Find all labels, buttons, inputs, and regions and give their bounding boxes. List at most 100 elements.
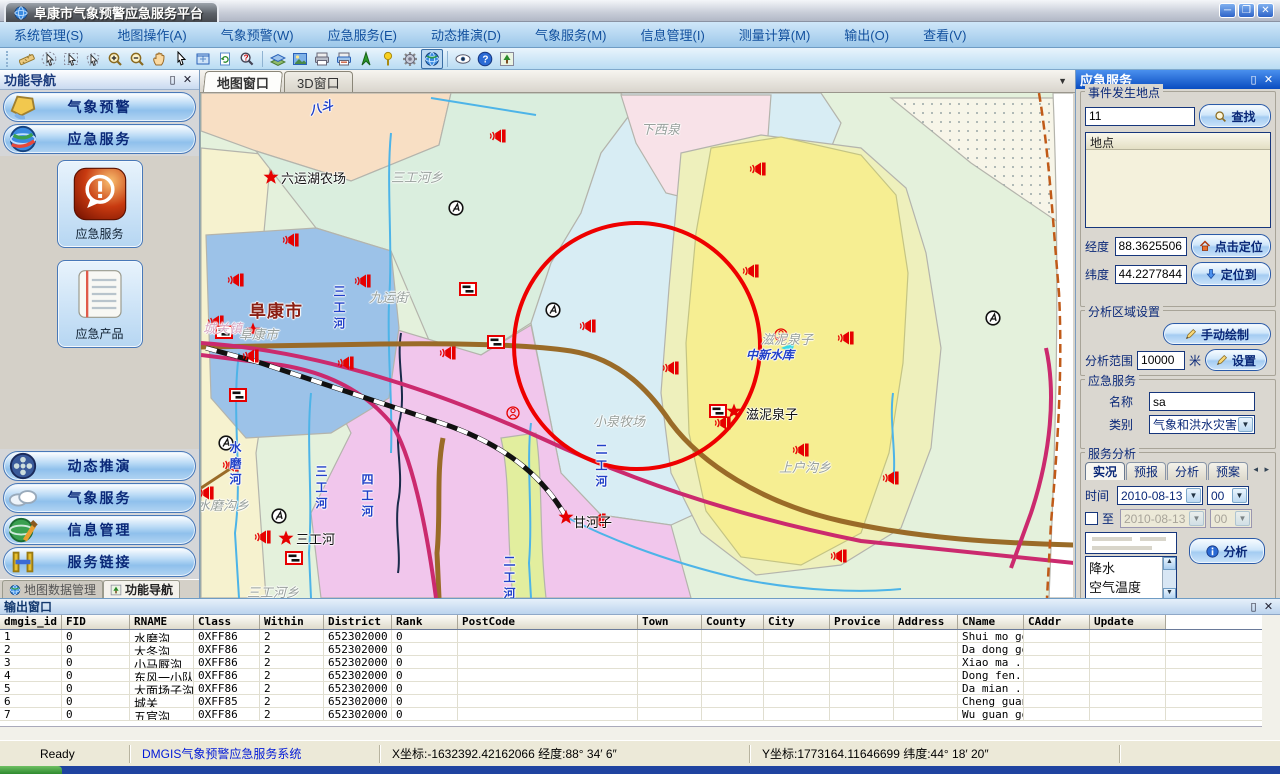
column-header-Update[interactable]: Update — [1090, 615, 1166, 629]
service-type-select[interactable]: 气象和洪水灾害 ▼ — [1149, 415, 1255, 434]
close-icon[interactable]: ✕ — [180, 73, 195, 87]
map-tab-dropdown-icon[interactable]: ▼ — [1058, 76, 1067, 86]
measure-icon[interactable] — [16, 49, 38, 69]
menu-item-2[interactable]: 气象预警(W) — [221, 25, 294, 44]
close-button[interactable]: ✕ — [1257, 3, 1274, 18]
start-button-sliver[interactable] — [0, 766, 62, 774]
set-range-button[interactable]: 设置 — [1205, 349, 1267, 371]
nav-section-bottom-1[interactable]: 气象服务 — [3, 483, 196, 513]
range-input[interactable] — [1137, 351, 1185, 370]
column-header-FID[interactable]: FID — [62, 615, 130, 629]
element-list-item[interactable]: 降水 — [1089, 558, 1173, 577]
menu-item-7[interactable]: 测量计算(M) — [739, 25, 811, 44]
tab-scroll-icons[interactable]: ◂ ▸ — [1253, 464, 1271, 475]
map-canvas[interactable]: 八斗下西泉六运湖农场三工河乡九运街阜康市城关镇阜康市三工河滋泥泉子中新水库滋泥泉… — [200, 93, 1073, 598]
date-select[interactable]: 2010-08-13▼ — [1117, 486, 1203, 505]
click-locate-button[interactable]: 点击定位 — [1191, 234, 1271, 258]
column-header-PostCode[interactable]: PostCode — [458, 615, 638, 629]
service-name-input[interactable] — [1149, 392, 1255, 411]
nav-section-bottom-3[interactable]: 服务链接 — [3, 547, 196, 577]
help-icon[interactable]: ? — [474, 49, 496, 69]
dropdown-arrow-icon[interactable]: ▼ — [1238, 417, 1253, 432]
restore-button[interactable]: ❐ — [1238, 3, 1255, 18]
dropdown-arrow-icon[interactable]: ▼ — [1186, 488, 1201, 503]
output-table[interactable]: dmgis_idFIDRNAMEClassWithinDistrictRankP… — [0, 615, 1262, 727]
menu-item-6[interactable]: 信息管理(I) — [641, 25, 705, 44]
column-header-RNAME[interactable]: RNAME — [130, 615, 194, 629]
print-icon[interactable] — [311, 49, 333, 69]
select-rect-icon[interactable] — [60, 49, 82, 69]
table-row[interactable]: 60城关0XFF8526523020000Cheng guan — [0, 695, 1262, 708]
map-tab-1[interactable]: 3D窗口 — [284, 71, 353, 92]
column-header-CName[interactable]: CName — [958, 615, 1024, 629]
zoom-in-icon[interactable] — [104, 49, 126, 69]
column-header-Town[interactable]: Town — [638, 615, 702, 629]
analyze-button[interactable]: 分析 — [1189, 538, 1265, 564]
analysis-tab-0[interactable]: 实况 — [1085, 462, 1125, 480]
layers-icon[interactable] — [267, 49, 289, 69]
minimize-button[interactable]: ─ — [1219, 3, 1236, 18]
column-header-Rank[interactable]: Rank — [392, 615, 458, 629]
table-row[interactable]: 50大面场子沟0XFF8626523020000Da mian ... — [0, 682, 1262, 695]
locate-to-button[interactable]: 定位到 — [1191, 262, 1271, 286]
column-header-District[interactable]: District — [324, 615, 392, 629]
column-header-Class[interactable]: Class — [194, 615, 260, 629]
map-tab-0[interactable]: 地图窗口 — [203, 71, 283, 92]
column-header-Provice[interactable]: Provice — [830, 615, 894, 629]
table-row[interactable]: 20大冬沟0XFF8626523020000Da dong gou — [0, 643, 1262, 656]
element-preview-box[interactable] — [1085, 532, 1177, 554]
globe-tool-icon[interactable] — [421, 49, 443, 69]
column-header-City[interactable]: City — [764, 615, 830, 629]
eye-icon[interactable] — [452, 49, 474, 69]
table-row[interactable]: 10水磨沟0XFF8626523020000Shui mo gou — [0, 630, 1262, 643]
location-search-input[interactable] — [1085, 107, 1195, 126]
column-header-County[interactable]: County — [702, 615, 764, 629]
pan-icon[interactable] — [148, 49, 170, 69]
latitude-input[interactable] — [1115, 265, 1187, 284]
nav-section-bottom-2[interactable]: 信息管理 — [3, 515, 196, 545]
menu-item-4[interactable]: 动态推演(D) — [431, 25, 501, 44]
analysis-tab-3[interactable]: 预案 — [1208, 462, 1248, 480]
element-list-item[interactable]: 空气温度 — [1089, 577, 1173, 596]
export-image-icon[interactable] — [289, 49, 311, 69]
legend-icon[interactable] — [496, 49, 518, 69]
table-row[interactable]: 40东风一小队0XFF8626523020000Dong fen... — [0, 669, 1262, 682]
settings-gear-icon[interactable] — [399, 49, 421, 69]
location-list[interactable]: 地点 — [1085, 132, 1271, 228]
menu-item-9[interactable]: 查看(V) — [923, 25, 966, 44]
table-row[interactable]: 70五官沟0XFF8626523020000Wu guan gou — [0, 708, 1262, 721]
menu-item-5[interactable]: 气象服务(M) — [535, 25, 607, 44]
left-tab-0[interactable]: 地图数据管理 — [2, 580, 103, 598]
menu-item-3[interactable]: 应急服务(E) — [328, 25, 397, 44]
launcher-emergency-product[interactable]: 应急产品 — [57, 260, 143, 348]
menu-item-0[interactable]: 系统管理(S) — [14, 25, 83, 44]
column-header-Address[interactable]: Address — [894, 615, 958, 629]
table-row[interactable]: 30小马厩沟0XFF8626523020000Xiao ma ... — [0, 656, 1262, 669]
nav-section-bottom-0[interactable]: 动态推演 — [3, 451, 196, 481]
column-header-dmgis_id[interactable]: dmgis_id — [0, 615, 62, 629]
list-scrollbar[interactable]: ▲▼ — [1162, 557, 1176, 601]
pin-icon[interactable]: ▯ — [165, 73, 180, 87]
element-list[interactable]: 降水空气温度 ▲▼ — [1085, 556, 1177, 602]
close-icon[interactable]: ✕ — [1261, 73, 1276, 87]
select-polygon-icon[interactable] — [82, 49, 104, 69]
zoom-out-icon[interactable] — [126, 49, 148, 69]
to-checkbox[interactable] — [1085, 512, 1098, 525]
launcher-emergency-service[interactable]: 应急服务 — [57, 160, 143, 248]
left-tab-1[interactable]: 功能导航 — [103, 580, 180, 598]
pointer-icon[interactable] — [170, 49, 192, 69]
hour-select[interactable]: 00▼ — [1207, 486, 1249, 505]
refresh-icon[interactable] — [214, 49, 236, 69]
nav-section-top-1[interactable]: 应急服务 — [3, 124, 196, 154]
longitude-input[interactable] — [1115, 237, 1187, 256]
print-preview-icon[interactable] — [333, 49, 355, 69]
search-button[interactable]: 查找 — [1199, 104, 1271, 128]
full-extent-icon[interactable] — [192, 49, 214, 69]
identify-icon[interactable]: ? — [236, 49, 258, 69]
nav-section-top-0[interactable]: 气象预警 — [3, 92, 196, 122]
select-point-icon[interactable] — [38, 49, 60, 69]
placemark-icon[interactable] — [377, 49, 399, 69]
toolbar-grip[interactable] — [6, 51, 12, 67]
nav-arrow-icon[interactable] — [355, 49, 377, 69]
column-header-Within[interactable]: Within — [260, 615, 324, 629]
